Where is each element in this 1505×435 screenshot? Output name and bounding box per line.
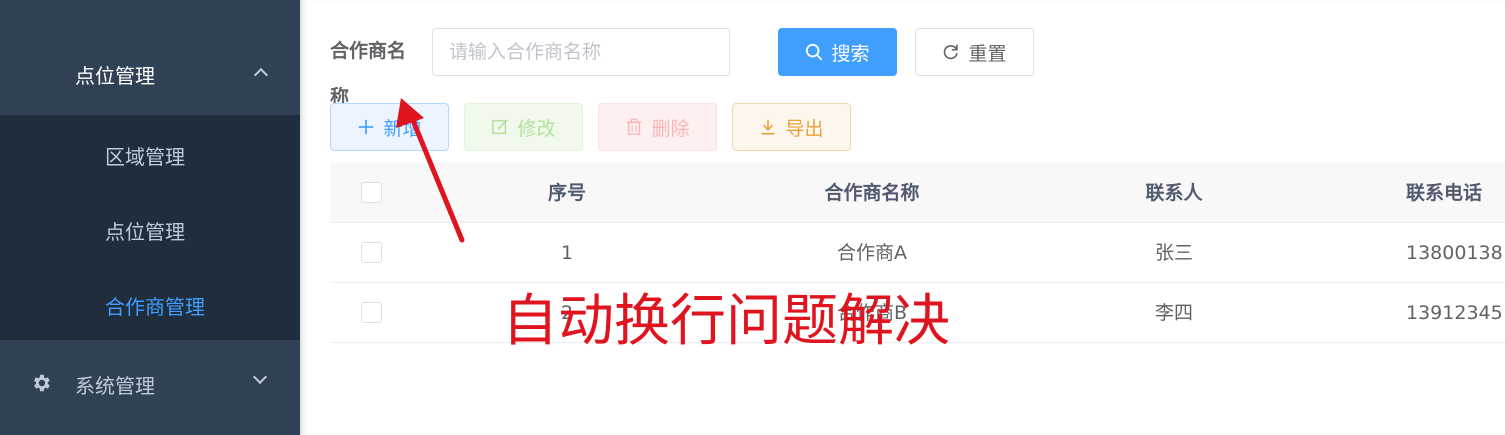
header-index: 序号: [547, 182, 586, 204]
edit-button[interactable]: 修改: [464, 103, 583, 151]
table-header: 序号 合作商名称 联系人 联系电话: [330, 163, 1505, 223]
sidebar-menu-dianwei[interactable]: 点位管理: [0, 0, 300, 115]
export-button[interactable]: 导出: [732, 103, 851, 151]
cell-phone: 13912345: [1406, 302, 1503, 324]
header-phone: 联系电话: [1406, 182, 1483, 204]
add-button-label: 新增: [383, 117, 422, 140]
gear-icon: [34, 374, 50, 392]
cell-partner-name: 合作商B: [836, 302, 908, 324]
export-button-label: 导出: [785, 117, 824, 140]
row-checkbox[interactable]: [361, 302, 382, 323]
select-all-checkbox[interactable]: [361, 182, 382, 203]
sidebar-item-system-label: 系统管理: [75, 374, 155, 398]
plus-icon: [359, 119, 374, 135]
delete-button-label: 删除: [651, 117, 690, 140]
cell-contact: 张三: [1154, 242, 1193, 264]
main-content: 合作商名称 搜索 重置 新增 修改: [300, 0, 1505, 435]
table-row[interactable]: 2 合作商B 李四 13912345: [330, 283, 1505, 343]
sidebar: 点位管理 区域管理 点位管理 合作商管理 系统管理: [0, 0, 300, 435]
reset-button-label: 重置: [968, 42, 1007, 65]
search-button[interactable]: 搜索: [778, 28, 897, 76]
cell-phone: 13800138: [1406, 242, 1503, 264]
trash-icon: [627, 118, 642, 135]
sidebar-submenu: 区域管理 点位管理 合作商管理: [0, 115, 300, 340]
chevron-down-icon: [252, 369, 268, 385]
search-icon: [806, 43, 823, 61]
header-partner-name: 合作商名称: [824, 182, 920, 204]
edit-icon: [492, 119, 509, 135]
header-contact: 联系人: [1145, 182, 1203, 204]
sidebar-item-dianwei[interactable]: 点位管理: [105, 216, 185, 245]
cell-contact: 李四: [1154, 302, 1193, 324]
delete-button[interactable]: 删除: [598, 103, 717, 151]
edit-button-label: 修改: [517, 117, 556, 140]
refresh-icon: [944, 44, 959, 60]
sidebar-item-hezuoshang[interactable]: 合作商管理: [105, 291, 205, 320]
add-button[interactable]: 新增: [330, 103, 449, 151]
sidebar-item-system[interactable]: 系统管理: [0, 340, 300, 435]
chevron-up-icon: [253, 67, 269, 83]
download-icon: [762, 119, 775, 135]
cell-partner-name: 合作商A: [837, 242, 907, 264]
table-row[interactable]: 1 合作商A 张三 13800138: [330, 223, 1505, 283]
partner-name-input[interactable]: [432, 28, 730, 76]
sidebar-menu-title: 点位管理: [75, 64, 155, 88]
search-button-label: 搜索: [831, 42, 870, 65]
sidebar-item-quyu[interactable]: 区域管理: [105, 141, 185, 170]
cell-index: 1: [560, 242, 574, 264]
reset-button[interactable]: 重置: [915, 28, 1034, 76]
row-checkbox[interactable]: [361, 242, 382, 263]
cell-index: 2: [560, 302, 574, 324]
